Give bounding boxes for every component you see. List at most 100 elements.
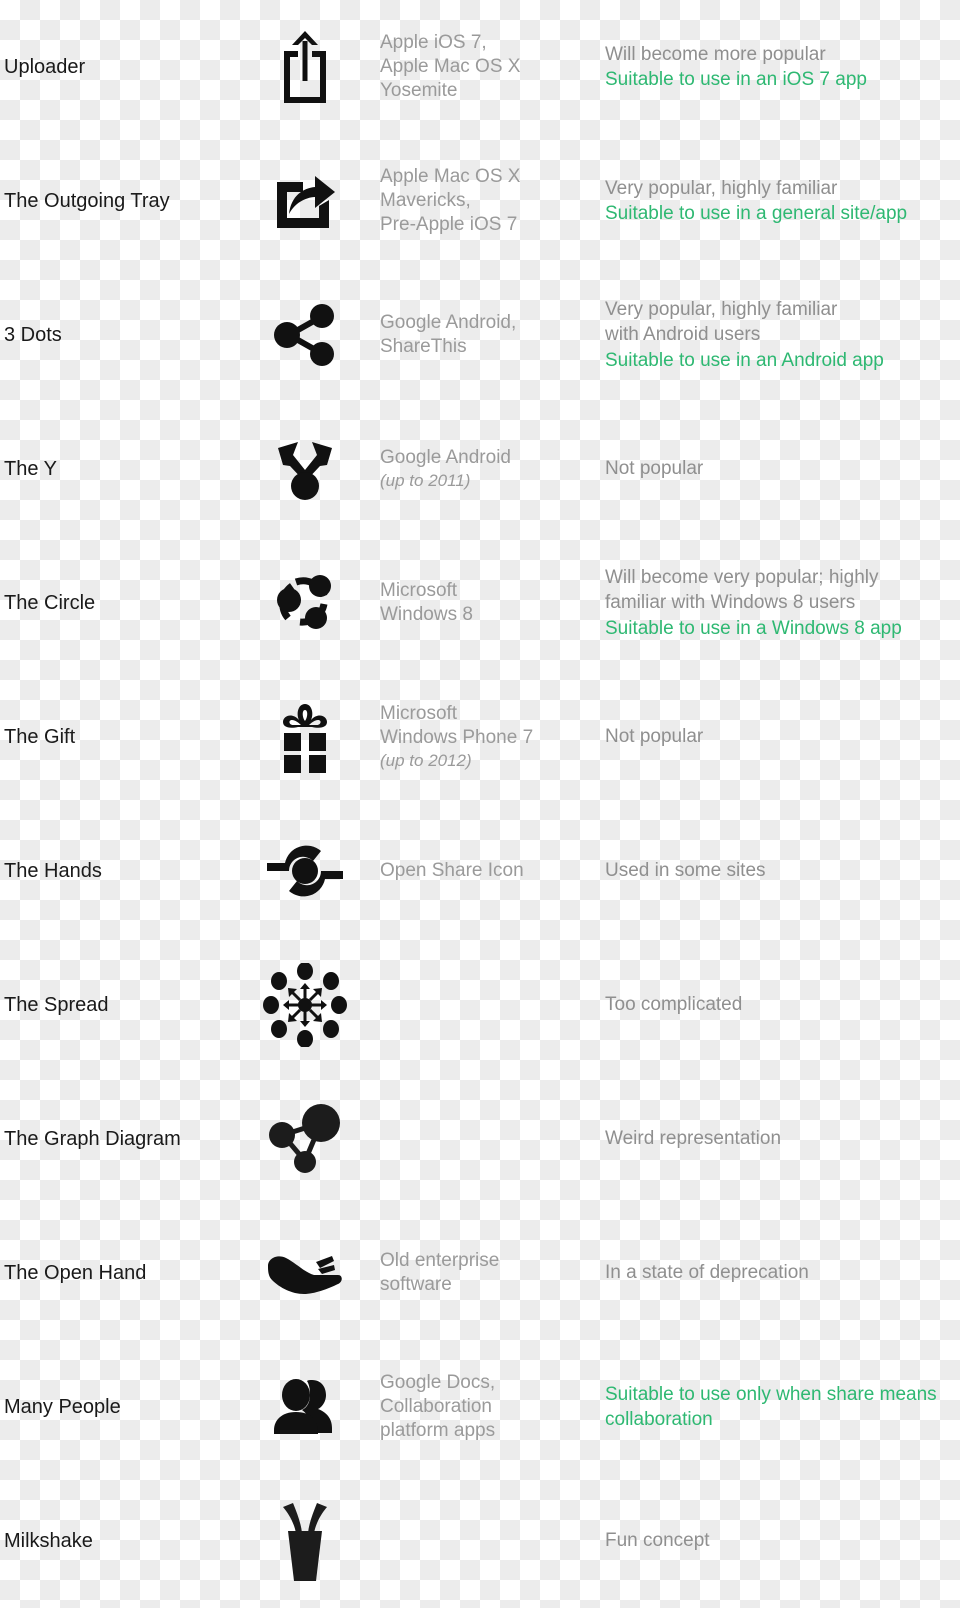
- platform-line-3: Yosemite: [380, 80, 458, 102]
- note-line-1: Very popular, highly familiar: [605, 177, 838, 199]
- icon-name-cell: Milkshake: [0, 1529, 230, 1554]
- graph-diagram-icon: [269, 1104, 340, 1173]
- icon-cell: [230, 700, 380, 774]
- notes-cell: Suitable to use only when share means co…: [605, 1382, 960, 1432]
- share-icon-comparison-table: Uploader Apple iOS 7, Apple Mac OS X Yos…: [0, 0, 960, 1608]
- note-line-1: In a state of deprecation: [605, 1262, 809, 1284]
- platform-line-1: Old enterprise: [380, 1249, 500, 1271]
- platform-line-2: Apple Mac OS X: [380, 55, 521, 77]
- icon-name-label: Many People: [4, 1395, 121, 1418]
- icon-name-label: The Outgoing Tray: [4, 189, 170, 212]
- icon-name-label: Uploader: [4, 55, 86, 78]
- platform-line-2: software: [380, 1274, 452, 1295]
- icon-cell: [230, 1501, 380, 1581]
- note-line-1: Weird representation: [605, 1128, 782, 1150]
- icon-name-cell: The Hands: [0, 859, 230, 884]
- notes-cell: Will become very popular; highly familia…: [605, 565, 960, 640]
- icon-name-cell: The Gift: [0, 725, 230, 750]
- notes-cell: Very popular, highly familiar Suitable t…: [605, 176, 960, 226]
- platform-line-2: Collaboration: [380, 1395, 492, 1417]
- milkshake-icon: [283, 1503, 327, 1581]
- note-line-1: Very popular, highly familiar: [605, 299, 838, 321]
- note-line-1: Not popular: [605, 458, 704, 480]
- platform-line-1: Apple Mac OS X: [380, 165, 521, 187]
- platform-line-2: ShareThis: [380, 336, 467, 357]
- table-row: The Y Google Android (up to 2011) Not po…: [0, 402, 960, 536]
- platform-line-3: Pre-Apple iOS 7: [380, 214, 518, 236]
- ios-share-uploader-icon: [284, 31, 326, 103]
- platform-line-1: Apple iOS 7,: [380, 31, 487, 53]
- notes-cell: Used in some sites: [605, 858, 960, 883]
- platform-line-1: Open Share Icon: [380, 859, 524, 881]
- table-row: The Outgoing Tray Apple Mac OS X Maveric…: [0, 134, 960, 268]
- platform-cell: Google Docs, Collaboration platform apps: [380, 1371, 605, 1444]
- notes-cell: In a state of deprecation: [605, 1260, 960, 1285]
- note-line-1: Too complicated: [605, 994, 743, 1016]
- icon-name-label: The Hands: [4, 859, 102, 882]
- icon-cell: [230, 963, 380, 1047]
- icon-name-cell: Uploader: [0, 55, 230, 80]
- icon-cell: [230, 29, 380, 105]
- many-people-icon: [274, 1379, 332, 1434]
- icon-name-label: The Circle: [4, 591, 96, 614]
- icon-name-label: 3 Dots: [4, 323, 62, 346]
- icon-name-label: Milkshake: [4, 1529, 93, 1552]
- open-share-hands-icon: [267, 845, 343, 897]
- notes-cell: Will become more popular Suitable to use…: [605, 42, 960, 92]
- table-row: The Open Hand Old enterprise software In…: [0, 1206, 960, 1340]
- windows8-circle-icon: [277, 575, 331, 629]
- icon-name-label: The Gift: [4, 725, 76, 748]
- icon-cell: [230, 170, 380, 232]
- table-row: The Gift Microsoft Windows Phone 7 (up t…: [0, 670, 960, 804]
- the-y-icon: [278, 442, 332, 500]
- platform-cell: Microsoft Windows Phone 7 (up to 2012): [380, 702, 605, 772]
- note-line-1: Fun concept: [605, 1530, 710, 1552]
- platform-cell: Apple Mac OS X Mavericks, Pre-Apple iOS …: [380, 165, 605, 238]
- notes-cell: Not popular: [605, 456, 960, 481]
- note-line-2: with Android users: [605, 324, 761, 346]
- platform-line-2: Windows Phone 7: [380, 727, 534, 749]
- icon-name-cell: The Outgoing Tray: [0, 189, 230, 214]
- table-row: Many People Google Docs, Collaboration p…: [0, 1340, 960, 1474]
- notes-cell: Very popular, highly familiar with Andro…: [605, 297, 960, 372]
- spread-radial-icon: [263, 963, 347, 1047]
- platform-line-2: Windows 8: [380, 604, 473, 625]
- open-hand-icon: [268, 1256, 342, 1294]
- note-line-1: Will become more popular: [605, 43, 826, 65]
- icon-name-label: The Graph Diagram: [4, 1127, 181, 1150]
- platform-cell: Apple iOS 7, Apple Mac OS X Yosemite: [380, 31, 605, 104]
- icon-cell: [230, 841, 380, 901]
- note-line-1: Used in some sites: [605, 860, 766, 882]
- platform-cell: Old enterprise software: [380, 1249, 605, 1298]
- table-row: Uploader Apple iOS 7, Apple Mac OS X Yos…: [0, 0, 960, 134]
- platform-line-2: Mavericks,: [380, 189, 471, 211]
- outgoing-tray-icon: [277, 176, 335, 228]
- platform-sub-label: (up to 2011): [380, 471, 471, 491]
- gift-icon: [283, 704, 327, 773]
- table-row: The Hands Open Share Icon Used in some s…: [0, 804, 960, 938]
- icon-name-cell: The Spread: [0, 993, 230, 1018]
- notes-cell: Not popular: [605, 724, 960, 749]
- platform-line-3: platform apps: [380, 1420, 496, 1442]
- table-row: The Circle Microsoft Windows 8 Will beco…: [0, 536, 960, 670]
- verdict-label: Suitable to use in a general site/app: [605, 203, 908, 224]
- platform-line-1: Microsoft: [380, 702, 458, 724]
- note-line-1: Not popular: [605, 726, 704, 748]
- icon-name-cell: The Circle: [0, 591, 230, 616]
- icon-name-cell: 3 Dots: [0, 323, 230, 348]
- android-share-three-dots-icon: [274, 304, 334, 366]
- icon-name-label: The Y: [4, 457, 57, 480]
- icon-name-label: The Spread: [4, 993, 109, 1016]
- platform-sub-label: (up to 2012): [380, 751, 472, 771]
- icon-cell: [230, 1250, 380, 1296]
- note-line-1: Will become very popular; highly: [605, 567, 879, 589]
- icon-cell: [230, 436, 380, 502]
- platform-line-1: Google Android,: [380, 311, 517, 333]
- verdict-label: Suitable to use in an Android app: [605, 349, 884, 371]
- table-row: Milkshake Fun concept: [0, 1474, 960, 1608]
- table-row: The Spread Too complicated: [0, 938, 960, 1072]
- table-row: 3 Dots Google Android, ShareThis Very po…: [0, 268, 960, 402]
- platform-cell: Open Share Icon: [380, 859, 605, 883]
- platform-cell: Google Android, ShareThis: [380, 311, 605, 360]
- platform-line-1: Google Docs,: [380, 1371, 496, 1393]
